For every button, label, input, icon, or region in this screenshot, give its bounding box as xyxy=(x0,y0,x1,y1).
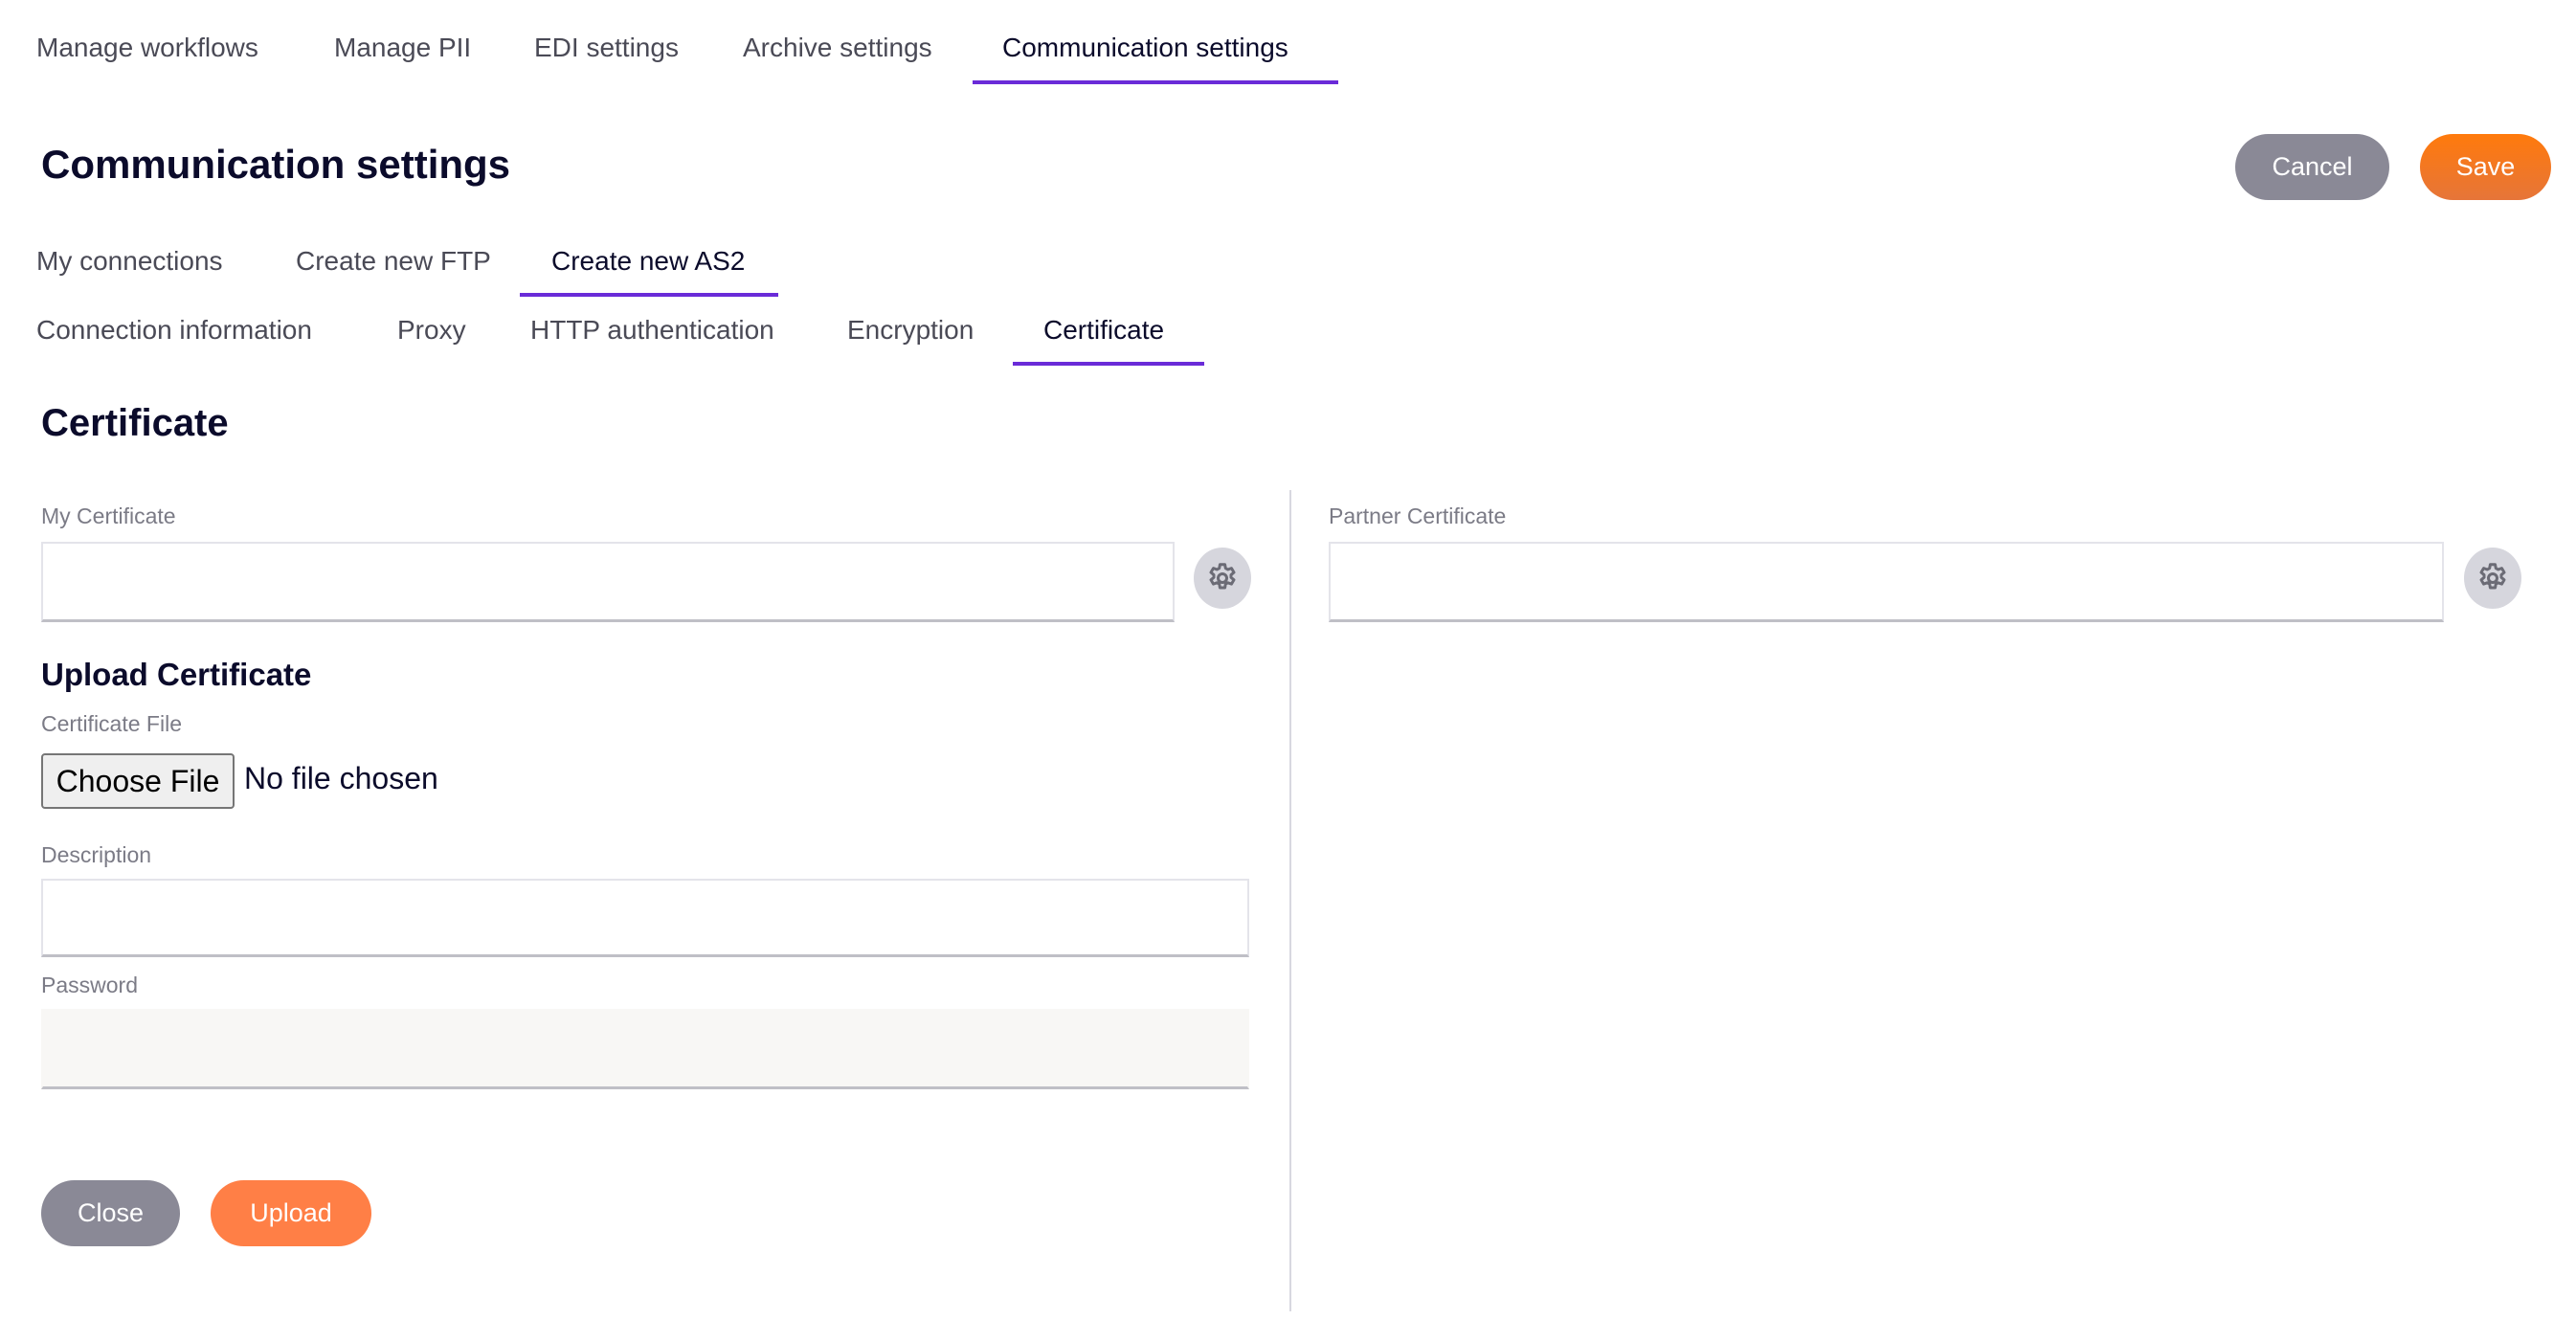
tab-manage-pii[interactable]: Manage PII xyxy=(334,33,471,63)
cancel-button[interactable]: Cancel xyxy=(2235,134,2389,200)
tab-my-connections[interactable]: My connections xyxy=(36,246,223,277)
description-label: Description xyxy=(41,842,152,867)
tab-archive-settings[interactable]: Archive settings xyxy=(743,33,932,63)
tab-http-authentication[interactable]: HTTP authentication xyxy=(530,315,774,346)
tab-create-new-as2[interactable]: Create new AS2 xyxy=(551,246,745,277)
active-tab-indicator xyxy=(973,80,1338,84)
page-title: Communication settings xyxy=(41,142,511,187)
tab-manage-workflows[interactable]: Manage workflows xyxy=(36,33,258,63)
active-tab-indicator xyxy=(520,293,778,297)
partner-certificate-input[interactable] xyxy=(1329,542,2444,622)
section-heading: Certificate xyxy=(41,402,229,444)
tab-encryption[interactable]: Encryption xyxy=(847,315,974,346)
choose-file-button[interactable]: Choose File xyxy=(41,753,235,809)
gear-icon xyxy=(1209,563,1236,590)
partner-certificate-settings-button[interactable] xyxy=(2464,548,2521,609)
my-certificate-input[interactable] xyxy=(41,542,1175,622)
close-button[interactable]: Close xyxy=(41,1180,180,1246)
password-label: Password xyxy=(41,973,138,997)
gear-icon xyxy=(2479,563,2506,590)
file-status-text: No file chosen xyxy=(244,761,438,795)
my-certificate-settings-button[interactable] xyxy=(1194,548,1251,609)
tab-create-new-ftp[interactable]: Create new FTP xyxy=(296,246,491,277)
partner-certificate-label: Partner Certificate xyxy=(1329,503,1507,528)
tab-communication-settings[interactable]: Communication settings xyxy=(1002,33,1288,63)
certificate-file-label: Certificate File xyxy=(41,711,182,736)
save-button[interactable]: Save xyxy=(2420,134,2551,200)
tab-certificate[interactable]: Certificate xyxy=(1043,315,1164,346)
upload-certificate-heading: Upload Certificate xyxy=(41,657,312,692)
tab-proxy[interactable]: Proxy xyxy=(397,315,466,346)
my-certificate-label: My Certificate xyxy=(41,503,176,528)
column-divider xyxy=(1289,490,1291,1311)
active-tab-indicator xyxy=(1013,362,1204,366)
upload-button[interactable]: Upload xyxy=(211,1180,371,1246)
tab-edi-settings[interactable]: EDI settings xyxy=(534,33,679,63)
description-input[interactable] xyxy=(41,879,1249,957)
password-input[interactable] xyxy=(41,1009,1249,1089)
tab-connection-information[interactable]: Connection information xyxy=(36,315,312,346)
